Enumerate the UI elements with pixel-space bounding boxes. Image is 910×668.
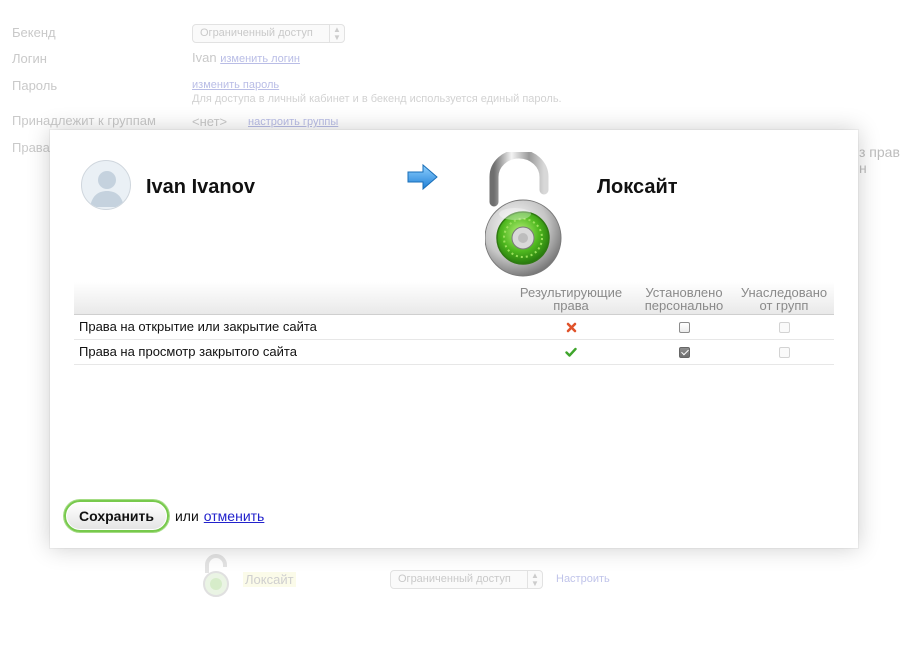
cancel-link[interactable]: отменить <box>204 508 265 524</box>
header-inherited-line2: от групп <box>759 297 809 313</box>
right-arrow-icon <box>407 163 438 191</box>
personal-checkbox[interactable] <box>678 322 690 334</box>
backend-select[interactable]: Ограниченный доступ ▲ ▼ <box>192 24 345 43</box>
rights-tail-text: з прав н <box>859 144 900 176</box>
header-resulting-rights: Результирующие права <box>508 282 634 315</box>
inherited-cell <box>734 314 834 340</box>
red-cross-icon <box>566 322 576 333</box>
inherited-cell <box>734 339 834 365</box>
backend-label: Бекенд <box>12 25 56 40</box>
site-access-select-value: Ограниченный доступ <box>398 573 511 585</box>
site-name: Локсайт <box>597 176 678 198</box>
personal-cell <box>634 314 734 340</box>
resulting-cell <box>508 314 634 340</box>
dialog-footer: Сохранить или отменить <box>64 499 264 533</box>
row-label: Права на просмотр закрытого сайта <box>74 339 508 365</box>
resulting-cell <box>508 339 634 365</box>
header-personal: Установлено персонально <box>634 282 734 315</box>
rights-label: Права <box>12 140 50 155</box>
login-value-text: Ivan <box>192 50 217 65</box>
green-check-icon <box>565 347 577 357</box>
header-personal-line2: персонально <box>644 297 724 313</box>
login-label: Логин <box>12 51 47 66</box>
personal-cell <box>634 339 734 365</box>
row-label: Права на открытие или закрытие сайта <box>74 314 508 340</box>
login-value: Ivan изменить логин <box>192 50 300 65</box>
site-row-configure-link[interactable]: Настроить <box>556 573 610 585</box>
inherited-checkbox <box>778 322 790 334</box>
personal-checkbox[interactable] <box>678 347 690 359</box>
header-inherited: Унаследовано от групп <box>734 282 834 315</box>
header-resulting-line2: права <box>553 297 589 313</box>
password-note: Для доступа в личный кабинет и в бекенд … <box>192 93 562 105</box>
select-arrows-icon: ▲ ▼ <box>329 25 344 42</box>
or-text: или <box>174 508 199 524</box>
user-name: Ivan Ivanov <box>146 176 255 198</box>
password-label: Пароль <box>12 78 58 93</box>
select-arrows-icon: ▲ ▼ <box>527 571 542 588</box>
table-header-row: Результирующие права Установлено персона… <box>74 282 834 315</box>
site-access-select[interactable]: Ограниченный доступ ▲ ▼ <box>390 570 543 589</box>
table-row: Права на открытие или закрытие сайта <box>74 314 834 340</box>
open-padlock-icon <box>485 152 562 277</box>
backend-select-value: Ограниченный доступ <box>200 27 313 39</box>
inherited-checkbox <box>778 347 790 359</box>
small-padlock-icon <box>203 554 229 597</box>
header-name-col <box>74 282 508 315</box>
table-row: Права на просмотр закрытого сайта <box>74 339 834 365</box>
groups-label: Принадлежит к группам <box>12 113 156 128</box>
configure-groups-link[interactable]: настроить группы <box>248 116 338 128</box>
user-avatar-icon <box>81 160 131 210</box>
site-row-name: Локсайт <box>243 572 296 587</box>
groups-value: <нет> <box>192 114 228 129</box>
permissions-table: Результирующие права Установлено персона… <box>74 282 834 365</box>
save-button[interactable]: Сохранить <box>64 500 169 532</box>
change-password-link[interactable]: изменить пароль <box>192 79 279 91</box>
change-login-link[interactable]: изменить логин <box>220 53 300 65</box>
